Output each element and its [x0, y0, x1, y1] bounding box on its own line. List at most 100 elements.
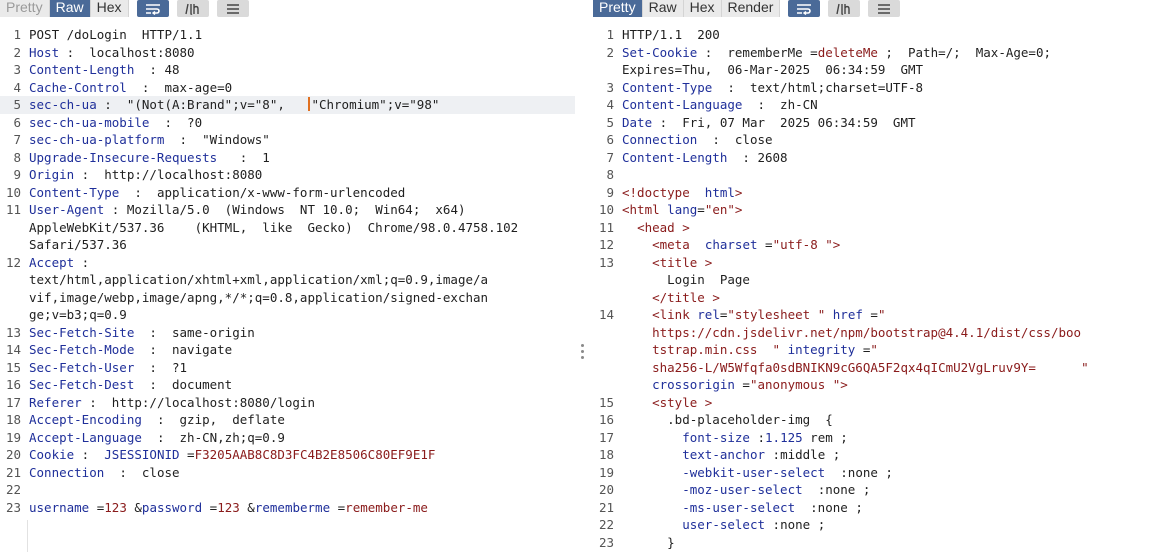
code-token: font-size [682, 429, 750, 445]
request-tab-raw[interactable]: Raw [49, 0, 91, 17]
code-token: 1.125 [765, 429, 803, 445]
line-number: 20 [5, 447, 21, 462]
response-line: 12 <meta charset ="utf-8 "> [593, 236, 1150, 254]
response-line: 10 <html lang="en"> [593, 201, 1150, 219]
line-code: Content-Length : 48 [29, 61, 180, 79]
line-code: sha256-L/W5Wfqfa0sdBNIKN9cG6QA5F2qx4qICm… [622, 359, 1089, 377]
line-code: Content-Length : 2608 [622, 149, 788, 167]
wrap-lines-icon [145, 3, 160, 15]
code-token: : 2608 [727, 149, 788, 165]
response-toolbar: Pretty Raw Hex Render [593, 0, 901, 17]
code-token: Date [622, 114, 653, 130]
request-line: 19 Accept-Language : zh-CN,zh;q=0.9 [0, 429, 575, 447]
code-token: Login Page [622, 272, 750, 287]
code-token: " [877, 307, 886, 322]
response-line: Login Page [593, 271, 1150, 289]
response-line: </title > [593, 289, 1150, 307]
request-line: 9 Origin : http://localhost:8080 [0, 166, 575, 184]
code-token: : zh-CN [742, 97, 818, 112]
request-line: 20 Cookie : JSESSIONID =F3205AAB8C8D3FC4B… [0, 446, 575, 464]
line-code: <head > [622, 219, 690, 237]
code-token: & [239, 499, 255, 515]
line-number: 10 [5, 184, 21, 200]
response-tab-pretty[interactable]: Pretty [593, 0, 643, 17]
response-menu-button[interactable] [868, 0, 901, 17]
code-token: : rememberMe = [697, 44, 818, 60]
code-token: rem ; [802, 429, 848, 445]
response-tab-render[interactable]: Render [721, 0, 781, 17]
line-number: 15 [598, 394, 614, 410]
code-token: : http://localhost:8080/login [81, 394, 315, 410]
code-token: : localhost:8080 [59, 44, 195, 60]
response-line: https://cdn.jsdelivr.net/npm/bootstrap@4… [593, 324, 1150, 342]
line-code: User-Agent : Mozilla/5.0 (Windows NT 10.… [29, 201, 466, 219]
code-token: -ms-user-select [682, 499, 796, 515]
line-number: 6 [13, 114, 21, 130]
pane-splitter-handle[interactable] [580, 344, 586, 364]
request-line: 1 POST /doLogin HTTP/1.1 [0, 26, 575, 44]
line-code: <style > [622, 394, 712, 412]
code-token: -webkit-user-select [682, 464, 826, 480]
line-number: 22 [598, 517, 614, 532]
code-token: Accept [29, 254, 75, 270]
request-line: vif,image/webp,image/apng,*/*;q=0.8,appl… [0, 289, 575, 307]
response-line: 4 Content-Language : zh-CN [593, 96, 1150, 114]
code-token: : zh-CN,zh;q=0.9 [141, 429, 285, 445]
code-token: User-Agent [29, 202, 105, 217]
code-token: tstrap.min.css " [622, 342, 781, 357]
request-line: 16 Sec-Fetch-Dest : document [0, 376, 575, 394]
code-token: : [749, 429, 766, 445]
wrap-lines-icon [797, 3, 812, 15]
response-line: 11 <head > [593, 219, 1150, 237]
line-number: 2 [606, 44, 614, 60]
response-line: 17 font-size :1.125 rem ; [593, 429, 1150, 447]
code-token: : gzip, deflate [141, 412, 285, 427]
request-tab-pretty[interactable]: Pretty [0, 0, 50, 17]
line-code: -webkit-user-select :none ; [622, 464, 893, 482]
line-number: 23 [598, 534, 614, 550]
line-code: Date : Fri, 07 Mar 2025 06:34:59 GMT [622, 114, 916, 132]
code-token: <style [652, 394, 698, 410]
code-token: Content-Language [622, 97, 743, 112]
request-line: text/html,application/xhtml+xml,applicat… [0, 271, 575, 289]
code-token: "stylesheet " [727, 307, 826, 322]
line-code: Sec-Fetch-Dest : document [29, 376, 232, 394]
request-menu-button[interactable] [216, 0, 249, 17]
response-line: 20 -moz-user-select :none ; [593, 481, 1150, 499]
line-number: 3 [606, 79, 614, 95]
line-code: .bd-placeholder-img { [622, 411, 833, 429]
code-token: Set-Cookie [622, 44, 698, 60]
code-token: > [704, 289, 720, 305]
line-number: 19 [5, 429, 21, 445]
code-token: : same-origin [134, 324, 255, 340]
response-newline-button[interactable] [828, 0, 861, 17]
line-number: 2 [13, 44, 21, 60]
code-token: : max-age=0 [126, 79, 233, 95]
request-tab-hex[interactable]: Hex [90, 0, 129, 17]
line-number: 5 [606, 114, 614, 130]
code-token: Content-Length [29, 62, 135, 77]
response-tab-hex[interactable]: Hex [683, 0, 722, 17]
line-code: Connection : close [29, 464, 180, 482]
code-token: href [832, 307, 863, 322]
line-number: 8 [13, 149, 21, 165]
code-token: .bd-placeholder-img { [622, 412, 833, 427]
response-wrap-lines-button[interactable] [788, 0, 821, 17]
code-token: } [622, 534, 675, 550]
code-token: > [697, 254, 713, 270]
code-token: Cookie [29, 447, 75, 462]
response-line: 15 <style > [593, 394, 1150, 412]
request-line: 12 Accept : [0, 254, 575, 272]
request-newline-button[interactable] [176, 0, 209, 17]
code-token: vif,image/webp,image/apng,*/*;q=0.8,appl… [29, 289, 489, 305]
code-token: <link [652, 307, 690, 322]
response-tab-raw[interactable]: Raw [642, 0, 684, 17]
request-wrap-lines-button[interactable] [136, 0, 169, 17]
code-token: > [840, 377, 848, 392]
code-token: </title [652, 289, 705, 305]
